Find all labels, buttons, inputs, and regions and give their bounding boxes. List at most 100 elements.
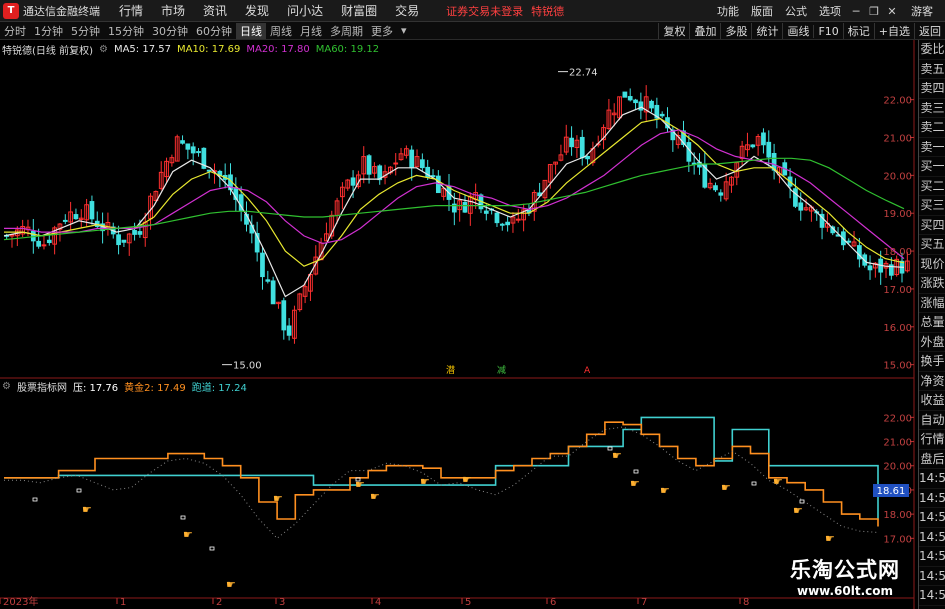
candle-down	[409, 149, 415, 169]
gear-icon[interactable]: ⚙	[2, 381, 11, 392]
candle-down	[798, 202, 804, 211]
tool-duogu[interactable]: 多股	[720, 23, 751, 39]
tool-fanhui[interactable]: 返回	[914, 23, 945, 39]
candle-down	[750, 144, 756, 148]
side-item-2[interactable]: 卖四	[919, 79, 945, 99]
main-y-tick-label: 19.00	[883, 209, 912, 220]
side-item-19[interactable]: 自动	[919, 411, 945, 430]
side-item-1[interactable]: 卖五	[919, 60, 945, 79]
menu-wenxiaoda[interactable]: 问小达	[278, 2, 332, 19]
menu-banmian[interactable]: 版面	[745, 3, 779, 19]
close-icon[interactable]: ✕	[883, 5, 901, 18]
sub-y-tick-label: 17.00	[883, 534, 912, 545]
period-monthly[interactable]: 月线	[296, 23, 326, 39]
side-item-3[interactable]: 卖三	[919, 99, 945, 118]
tool-fuquan[interactable]: 复权	[658, 23, 689, 39]
side-item-9[interactable]: 买四	[919, 216, 945, 235]
side-item-18[interactable]: 收益	[919, 391, 945, 411]
period-30min[interactable]: 30分钟	[148, 23, 192, 39]
ma10-label: MA10: 17.69	[176, 43, 241, 55]
side-item-26[interactable]: 14:50	[919, 547, 945, 567]
minimize-icon[interactable]: ─	[847, 5, 865, 18]
menu-hangqing[interactable]: 行情	[110, 2, 152, 19]
side-item-23[interactable]: 14:50	[919, 489, 945, 508]
main-y-tick-label: 20.00	[883, 171, 912, 182]
login-notice[interactable]: 证券交易未登录	[446, 3, 523, 19]
high-label: 22.74	[569, 68, 598, 79]
side-item-16[interactable]: 换手	[919, 352, 945, 372]
side-item-20[interactable]: 行情	[919, 430, 945, 450]
candle-down	[62, 219, 68, 222]
menu-xuanxiang[interactable]: 选项	[813, 3, 847, 19]
period-5min[interactable]: 5分钟	[67, 23, 104, 39]
restore-icon[interactable]: ❐	[865, 5, 883, 18]
period-daily[interactable]: 日线	[236, 22, 266, 39]
tool-diejia[interactable]: 叠加	[689, 23, 720, 39]
side-item-13[interactable]: 涨幅	[919, 294, 945, 313]
side-item-27[interactable]: 14:50	[919, 567, 945, 586]
period-1min[interactable]: 1分钟	[30, 23, 67, 39]
candle-down	[286, 325, 292, 336]
hand-pointer-icon: ☛	[612, 449, 622, 462]
hand-pointer-icon: ☛	[273, 492, 283, 505]
tool-huaxian[interactable]: 画线	[782, 23, 813, 39]
guest-user[interactable]: 游客	[911, 3, 933, 19]
menu-zixun[interactable]: 资讯	[194, 2, 236, 19]
current-price-label: 18.61	[877, 486, 906, 497]
menu-gongneng[interactable]: 功能	[711, 3, 745, 19]
side-item-7[interactable]: 买二	[919, 177, 945, 196]
marker-a: A	[584, 366, 591, 376]
side-item-11[interactable]: 现价	[919, 255, 945, 274]
side-item-4[interactable]: 卖二	[919, 118, 945, 138]
hand-pointer-icon: ☛	[773, 475, 783, 488]
side-item-17[interactable]: 净资	[919, 372, 945, 391]
chart-canvas[interactable]: 22.00 21.00 20.00 19.00 18.00 17.00 16.00 15.00…	[0, 40, 945, 609]
side-item-12[interactable]: 涨跌	[919, 274, 945, 294]
side-panel: 委比 卖五 卖四 卖三 卖二 卖一 买一 买二 买三 买四 买五 现价 涨跌 涨幅 总量 外盘 换手 净资 收益 自动…	[918, 40, 945, 609]
tool-biaoji[interactable]: 标记	[842, 23, 874, 39]
app-title: 通达信金融终端	[23, 4, 100, 18]
side-item-25[interactable]: 14:50	[919, 528, 945, 547]
period-more[interactable]: 更多	[367, 23, 397, 39]
hand-pointer-icon: ☛	[370, 490, 380, 503]
period-60min[interactable]: 60分钟	[192, 23, 236, 39]
chart-annotations: ☛☛☛☛☛☛☛ ☛☛☛☛ ☛ ☛☛☛22.7415.00 潜减 A18.61	[32, 68, 909, 591]
candle-down	[649, 100, 654, 109]
side-item-21[interactable]: 盘后	[919, 450, 945, 469]
side-item-24[interactable]: 14:50	[919, 508, 945, 528]
menu-jiaoyi[interactable]: 交易	[386, 2, 428, 19]
hand-pointer-icon: ☛	[226, 578, 236, 591]
chevron-down-icon[interactable]: ▾	[397, 24, 411, 37]
candle-down	[36, 240, 42, 247]
menu-shichang[interactable]: 市场	[152, 2, 194, 19]
candle-down	[132, 230, 137, 235]
candle-down	[190, 146, 196, 154]
menu-faxian[interactable]: 发现	[236, 2, 278, 19]
tool-tongji[interactable]: 统计	[751, 23, 782, 39]
period-weekly[interactable]: 周线	[266, 23, 296, 39]
tool-zixuan[interactable]: +自选	[873, 23, 914, 39]
side-item-6[interactable]: 买一	[919, 157, 945, 177]
menu-gongshi[interactable]: 公式	[779, 3, 813, 19]
side-item-14[interactable]: 总量	[919, 313, 945, 333]
side-item-15[interactable]: 外盘	[919, 333, 945, 352]
candle-down	[686, 142, 692, 162]
side-item-5[interactable]: 卖一	[919, 138, 945, 157]
hand-pointer-icon: ☛	[660, 484, 670, 497]
side-item-0[interactable]: 委比	[919, 40, 945, 60]
side-item-28[interactable]: 14:50	[919, 586, 945, 606]
side-item-10[interactable]: 买五	[919, 235, 945, 255]
period-15min[interactable]: 15分钟	[104, 23, 148, 39]
period-fenshi[interactable]: 分时	[0, 23, 30, 39]
side-item-8[interactable]: 买三	[919, 196, 945, 216]
menu-caifuquan[interactable]: 财富圈	[332, 2, 386, 19]
x-tick-label: 4	[375, 597, 381, 608]
candle-down	[265, 279, 271, 282]
period-multi[interactable]: 多周期	[326, 23, 367, 39]
gear-icon[interactable]: ⚙	[99, 44, 108, 55]
candle-down	[260, 252, 265, 278]
candle-down	[73, 214, 79, 220]
side-item-22[interactable]: 14:50	[919, 469, 945, 489]
candle-down	[281, 300, 287, 331]
tool-f10[interactable]: F10	[813, 24, 842, 38]
